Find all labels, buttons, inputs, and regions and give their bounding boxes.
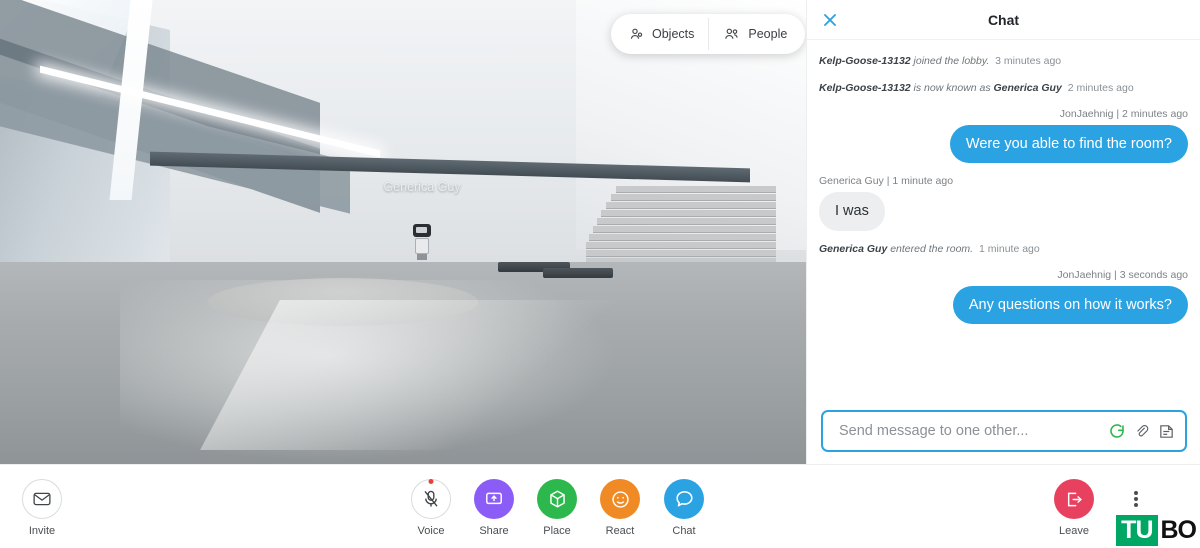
loading-spinner-icon (1109, 423, 1125, 439)
chat-header: Chat (807, 0, 1200, 40)
system-message: Generica Guy entered the room. 1 minute … (819, 243, 1188, 257)
scene-bench-2 (543, 268, 613, 278)
leave-label: Leave (1059, 525, 1089, 537)
system-message-time: 2 minutes ago (1067, 81, 1134, 94)
chat-message-meta: JonJaehnig | 2 minutes ago (1059, 108, 1188, 121)
avatar-body (415, 238, 429, 254)
place-button[interactable]: Place (521, 479, 593, 537)
avatar-nameplate: Generica Guy (383, 180, 461, 194)
chat-message-outgoing: JonJaehnig | 2 minutes ago Were you able… (819, 108, 1188, 164)
system-message-author: Kelp-Goose-13132 (819, 81, 911, 94)
watermark-dark: BO (1160, 516, 1197, 544)
avatar-face (416, 227, 427, 233)
system-message: Kelp-Goose-13132 joined the lobby. 3 min… (819, 55, 1188, 69)
people-button[interactable]: People (708, 18, 801, 50)
avatar-legs (417, 254, 427, 260)
bottom-toolbar: Invite Voice Share Place React Chat Leav… (0, 464, 1200, 548)
chat-label: Chat (672, 525, 696, 537)
chat-message-meta: JonJaehnig | 3 seconds ago (1057, 269, 1188, 282)
voice-label: Voice (417, 525, 445, 537)
voice-status-dot (428, 479, 434, 484)
objects-icon (629, 26, 645, 42)
cube-icon (537, 479, 577, 519)
people-label: People (748, 27, 788, 41)
system-message-time: 1 minute ago (979, 242, 1040, 255)
avatar[interactable] (412, 224, 432, 260)
chat-message-list[interactable]: Kelp-Goose-13132 joined the lobby. 3 min… (807, 41, 1200, 401)
system-message: Kelp-Goose-13132 is now known as Generic… (819, 82, 1188, 96)
chat-message-incoming: Generica Guy | 1 minute ago I was (819, 175, 1188, 231)
react-label: React (605, 525, 635, 537)
virtual-room-viewport[interactable]: Generica Guy Objects People (0, 0, 806, 464)
app-root: Generica Guy Objects People Chat Kelp-Go… (0, 0, 1200, 548)
chat-message-outgoing: JonJaehnig | 3 seconds ago Any questions… (819, 269, 1188, 325)
system-message-author: Kelp-Goose-13132 (819, 55, 911, 67)
voice-button[interactable]: Voice (395, 479, 467, 537)
system-message-text: is now known as (913, 81, 991, 94)
chat-button[interactable]: Chat (648, 479, 720, 537)
message-composer[interactable] (821, 410, 1187, 452)
scene-toolbar: Objects People (611, 14, 806, 54)
envelope-icon (22, 479, 62, 519)
chat-panel: Chat Kelp-Goose-13132 joined the lobby. … (806, 0, 1200, 464)
paperclip-icon[interactable] (1134, 423, 1149, 439)
system-message-new-name: Generica Guy (993, 81, 1062, 94)
place-label: Place (543, 525, 571, 537)
message-input[interactable] (837, 422, 1100, 440)
invite-button[interactable]: Invite (6, 479, 78, 537)
smiley-icon (600, 479, 640, 519)
chat-message-bubble: Any questions on how it works? (952, 286, 1188, 325)
objects-label: Objects (652, 27, 695, 41)
system-message-text: entered the room. (890, 242, 974, 255)
sticker-icon[interactable] (1158, 423, 1175, 440)
screen-share-icon (474, 479, 514, 519)
watermark-green: TU (1116, 515, 1158, 546)
scene-sunlight-patch (200, 300, 680, 450)
system-message-time: 3 minutes ago (995, 55, 1062, 67)
react-button[interactable]: React (584, 479, 656, 537)
microphone-muted-icon (411, 479, 451, 519)
system-message-author: Generica Guy (819, 242, 888, 255)
close-icon[interactable] (819, 9, 841, 31)
exit-icon (1054, 479, 1094, 519)
share-label: Share (479, 525, 509, 537)
chat-message-bubble: I was (819, 192, 885, 231)
chat-message-meta: Generica Guy | 1 minute ago (819, 175, 954, 188)
objects-button[interactable]: Objects (615, 18, 708, 50)
share-button[interactable]: Share (458, 479, 530, 537)
people-icon (723, 26, 741, 42)
system-message-text: joined the lobby. (913, 55, 990, 67)
chat-bubble-icon (664, 479, 704, 519)
chat-message-bubble: Were you able to find the room? (949, 125, 1188, 164)
chat-title: Chat (987, 11, 1020, 28)
watermark: TU BO (1112, 513, 1200, 548)
invite-label: Invite (28, 525, 56, 537)
